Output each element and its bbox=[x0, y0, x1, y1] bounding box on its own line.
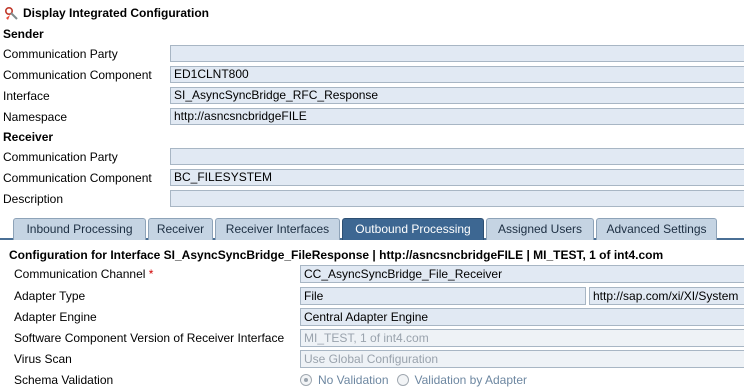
receiver-component-row: Communication Component BC_FILESYSTEM bbox=[0, 167, 744, 188]
validation-by-adapter-label: Validation by Adapter bbox=[414, 373, 528, 387]
tab-advanced-settings[interactable]: Advanced Settings bbox=[596, 218, 717, 240]
virus-scan-row: Virus Scan Use Global Configuration bbox=[0, 349, 744, 370]
adapter-engine-label: Adapter Engine bbox=[14, 310, 97, 324]
communication-channel-row: Communication Channel * CC_AsyncSyncBrid… bbox=[0, 264, 744, 285]
title-bar: Display Integrated Configuration bbox=[0, 0, 744, 26]
receiver-description-field[interactable] bbox=[170, 190, 744, 207]
sender-component-field[interactable]: ED1CLNT800 bbox=[170, 66, 744, 83]
receiver-description-row: Description bbox=[0, 188, 744, 209]
adapter-type-row: Adapter Type File http://sap.com/xi/XI/S… bbox=[0, 286, 744, 307]
field-label: Interface bbox=[3, 88, 50, 103]
receiver-component-field[interactable]: BC_FILESYSTEM bbox=[170, 169, 744, 186]
swcv-row: Software Component Version of Receiver I… bbox=[0, 328, 744, 349]
field-label: Communication Party bbox=[3, 46, 118, 61]
schema-validation-row: Schema Validation No Validation Validati… bbox=[0, 370, 744, 390]
sender-interface-field[interactable]: SI_AsyncSyncBridge_RFC_Response bbox=[170, 87, 744, 104]
adapter-type-field[interactable]: File bbox=[300, 287, 586, 305]
tab-receiver-interfaces[interactable]: Receiver Interfaces bbox=[215, 218, 340, 240]
schema-validation-options: No Validation Validation by Adapter bbox=[300, 373, 535, 387]
virus-scan-label: Virus Scan bbox=[14, 352, 72, 366]
receiver-party-row: Communication Party bbox=[0, 146, 744, 167]
field-label: Communication Party bbox=[3, 149, 118, 164]
adapter-namespace-field[interactable]: http://sap.com/xi/XI/System bbox=[589, 287, 744, 305]
adapter-type-label: Adapter Type bbox=[14, 289, 86, 303]
tab-strip: Inbound Processing Receiver Receiver Int… bbox=[0, 216, 744, 240]
tab-inbound-processing[interactable]: Inbound Processing bbox=[13, 218, 146, 240]
field-label: Description bbox=[3, 191, 64, 206]
sender-party-field[interactable] bbox=[170, 45, 744, 62]
display-config-icon bbox=[4, 6, 19, 21]
adapter-engine-field[interactable]: Central Adapter Engine bbox=[300, 308, 744, 326]
sender-heading: Sender bbox=[3, 27, 44, 41]
tab-outbound-processing[interactable]: Outbound Processing bbox=[342, 218, 484, 240]
field-label: Namespace bbox=[3, 109, 68, 124]
communication-channel-field[interactable]: CC_AsyncSyncBridge_File_Receiver bbox=[300, 265, 744, 283]
required-marker: * bbox=[148, 267, 154, 281]
communication-channel-label: Communication Channel bbox=[14, 267, 146, 281]
field-label: Communication Component bbox=[3, 170, 152, 185]
sender-component-row: Communication Component ED1CLNT800 bbox=[0, 64, 744, 85]
schema-validation-label: Schema Validation bbox=[14, 373, 114, 387]
swcv-field[interactable]: MI_TEST, 1 of int4.com bbox=[300, 329, 744, 347]
field-label: Communication Channel * bbox=[14, 267, 153, 281]
tab-receiver[interactable]: Receiver bbox=[148, 218, 213, 240]
field-label: Communication Component bbox=[3, 67, 152, 82]
receiver-party-field[interactable] bbox=[170, 148, 744, 165]
sender-namespace-field[interactable]: http://asncsncbridgeFILE bbox=[170, 108, 744, 125]
config-heading: Configuration for Interface SI_AsyncSync… bbox=[9, 248, 664, 262]
adapter-engine-row: Adapter Engine Central Adapter Engine bbox=[0, 307, 744, 328]
virus-scan-field[interactable]: Use Global Configuration bbox=[300, 350, 744, 368]
validation-by-adapter-radio[interactable] bbox=[396, 374, 409, 386]
no-validation-radio[interactable] bbox=[300, 374, 312, 386]
no-validation-label: No Validation bbox=[318, 373, 389, 387]
page-title: Display Integrated Configuration bbox=[23, 6, 210, 20]
sender-interface-row: Interface SI_AsyncSyncBridge_RFC_Respons… bbox=[0, 85, 744, 106]
sender-party-row: Communication Party bbox=[0, 43, 744, 64]
receiver-heading: Receiver bbox=[3, 130, 54, 144]
swcv-label: Software Component Version of Receiver I… bbox=[14, 331, 285, 345]
sender-namespace-row: Namespace http://asncsncbridgeFILE bbox=[0, 106, 744, 127]
tab-assigned-users[interactable]: Assigned Users bbox=[486, 218, 594, 240]
